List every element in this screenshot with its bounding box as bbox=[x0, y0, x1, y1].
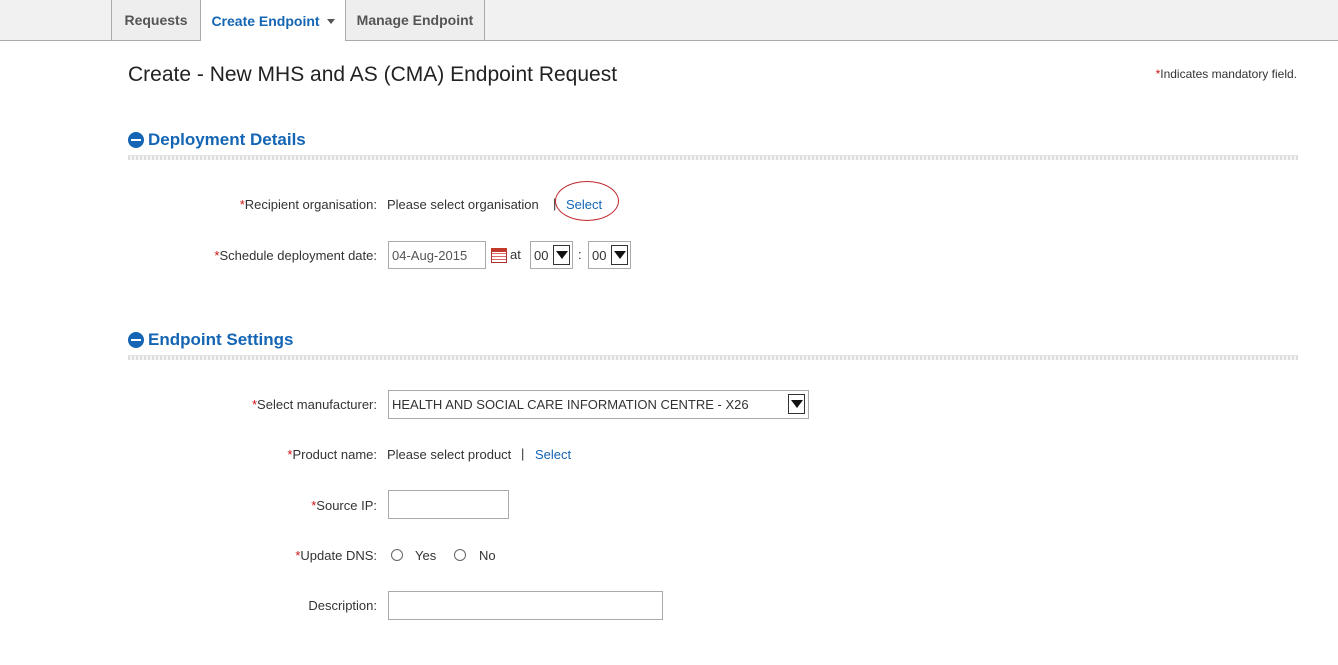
tab-requests-label: Requests bbox=[124, 12, 188, 28]
dns-no-label[interactable]: No bbox=[479, 548, 496, 563]
endpoint-settings-header[interactable]: Endpoint Settings bbox=[128, 329, 293, 351]
tab-manage-endpoint[interactable]: Manage Endpoint bbox=[345, 0, 485, 40]
dns-yes-radio[interactable] bbox=[391, 549, 403, 561]
dns-yes-label[interactable]: Yes bbox=[415, 548, 436, 563]
mandatory-note-text: Indicates mandatory field. bbox=[1160, 67, 1297, 81]
recipient-label: *Recipient organisation: bbox=[240, 197, 377, 212]
mandatory-note: *Indicates mandatory field. bbox=[1156, 67, 1297, 81]
tab-create-endpoint-label: Create Endpoint bbox=[211, 12, 320, 29]
page-title: Create - New MHS and AS (CMA) Endpoint R… bbox=[128, 63, 618, 86]
tab-requests[interactable]: Requests bbox=[111, 0, 201, 40]
chevron-down-icon bbox=[553, 245, 570, 265]
minute-value: 00 bbox=[592, 247, 607, 263]
chevron-down-icon bbox=[611, 245, 628, 265]
schedule-date-input[interactable]: 04-Aug-2015 bbox=[388, 241, 486, 269]
recipient-label-text: Recipient organisation: bbox=[244, 197, 377, 212]
tab-manage-endpoint-label: Manage Endpoint bbox=[356, 12, 474, 28]
section-divider bbox=[128, 155, 1298, 160]
highlight-circle-annotation bbox=[555, 181, 619, 221]
schedule-label: *Schedule deployment date: bbox=[214, 248, 377, 263]
manufacturer-value: HEALTH AND SOCIAL CARE INFORMATION CENTR… bbox=[392, 397, 749, 412]
update-dns-label-text: Update DNS: bbox=[300, 548, 377, 563]
manufacturer-label-text: Select manufacturer: bbox=[257, 397, 377, 412]
manufacturer-label: *Select manufacturer: bbox=[252, 397, 377, 412]
minus-circle-icon[interactable] bbox=[128, 332, 144, 348]
product-label-text: Product name: bbox=[292, 447, 377, 462]
endpoint-settings-title: Endpoint Settings bbox=[148, 330, 294, 349]
source-ip-label-text: Source IP: bbox=[316, 498, 377, 513]
schedule-label-text: Schedule deployment date: bbox=[219, 248, 377, 263]
tab-create-endpoint[interactable]: Create Endpoint bbox=[200, 0, 346, 41]
time-separator: : bbox=[578, 247, 582, 262]
description-input[interactable] bbox=[388, 591, 663, 620]
source-ip-label: *Source IP: bbox=[311, 498, 377, 513]
product-separator: | bbox=[521, 446, 525, 461]
manufacturer-select[interactable]: HEALTH AND SOCIAL CARE INFORMATION CENTR… bbox=[388, 390, 809, 419]
deployment-details-title: Deployment Details bbox=[148, 130, 306, 149]
minute-select[interactable]: 00 bbox=[588, 241, 631, 269]
calendar-icon[interactable] bbox=[491, 248, 507, 263]
select-product-link[interactable]: Select bbox=[535, 447, 571, 462]
chevron-down-icon bbox=[788, 394, 805, 414]
product-value: Please select product bbox=[387, 447, 512, 462]
recipient-value: Please select organisation bbox=[387, 197, 539, 212]
schedule-date-value: 04-Aug-2015 bbox=[392, 247, 468, 263]
dns-no-radio[interactable] bbox=[454, 549, 466, 561]
at-label: at bbox=[510, 247, 521, 262]
description-label: Description: bbox=[308, 598, 377, 613]
hour-select[interactable]: 00 bbox=[530, 241, 573, 269]
update-dns-label: *Update DNS: bbox=[295, 548, 377, 563]
minus-circle-icon[interactable] bbox=[128, 132, 144, 148]
section-divider bbox=[128, 355, 1298, 360]
source-ip-input[interactable] bbox=[388, 490, 509, 519]
hour-value: 00 bbox=[534, 247, 549, 263]
caret-down-icon bbox=[326, 19, 335, 24]
deployment-details-header[interactable]: Deployment Details bbox=[128, 129, 306, 151]
product-label: *Product name: bbox=[287, 447, 377, 462]
